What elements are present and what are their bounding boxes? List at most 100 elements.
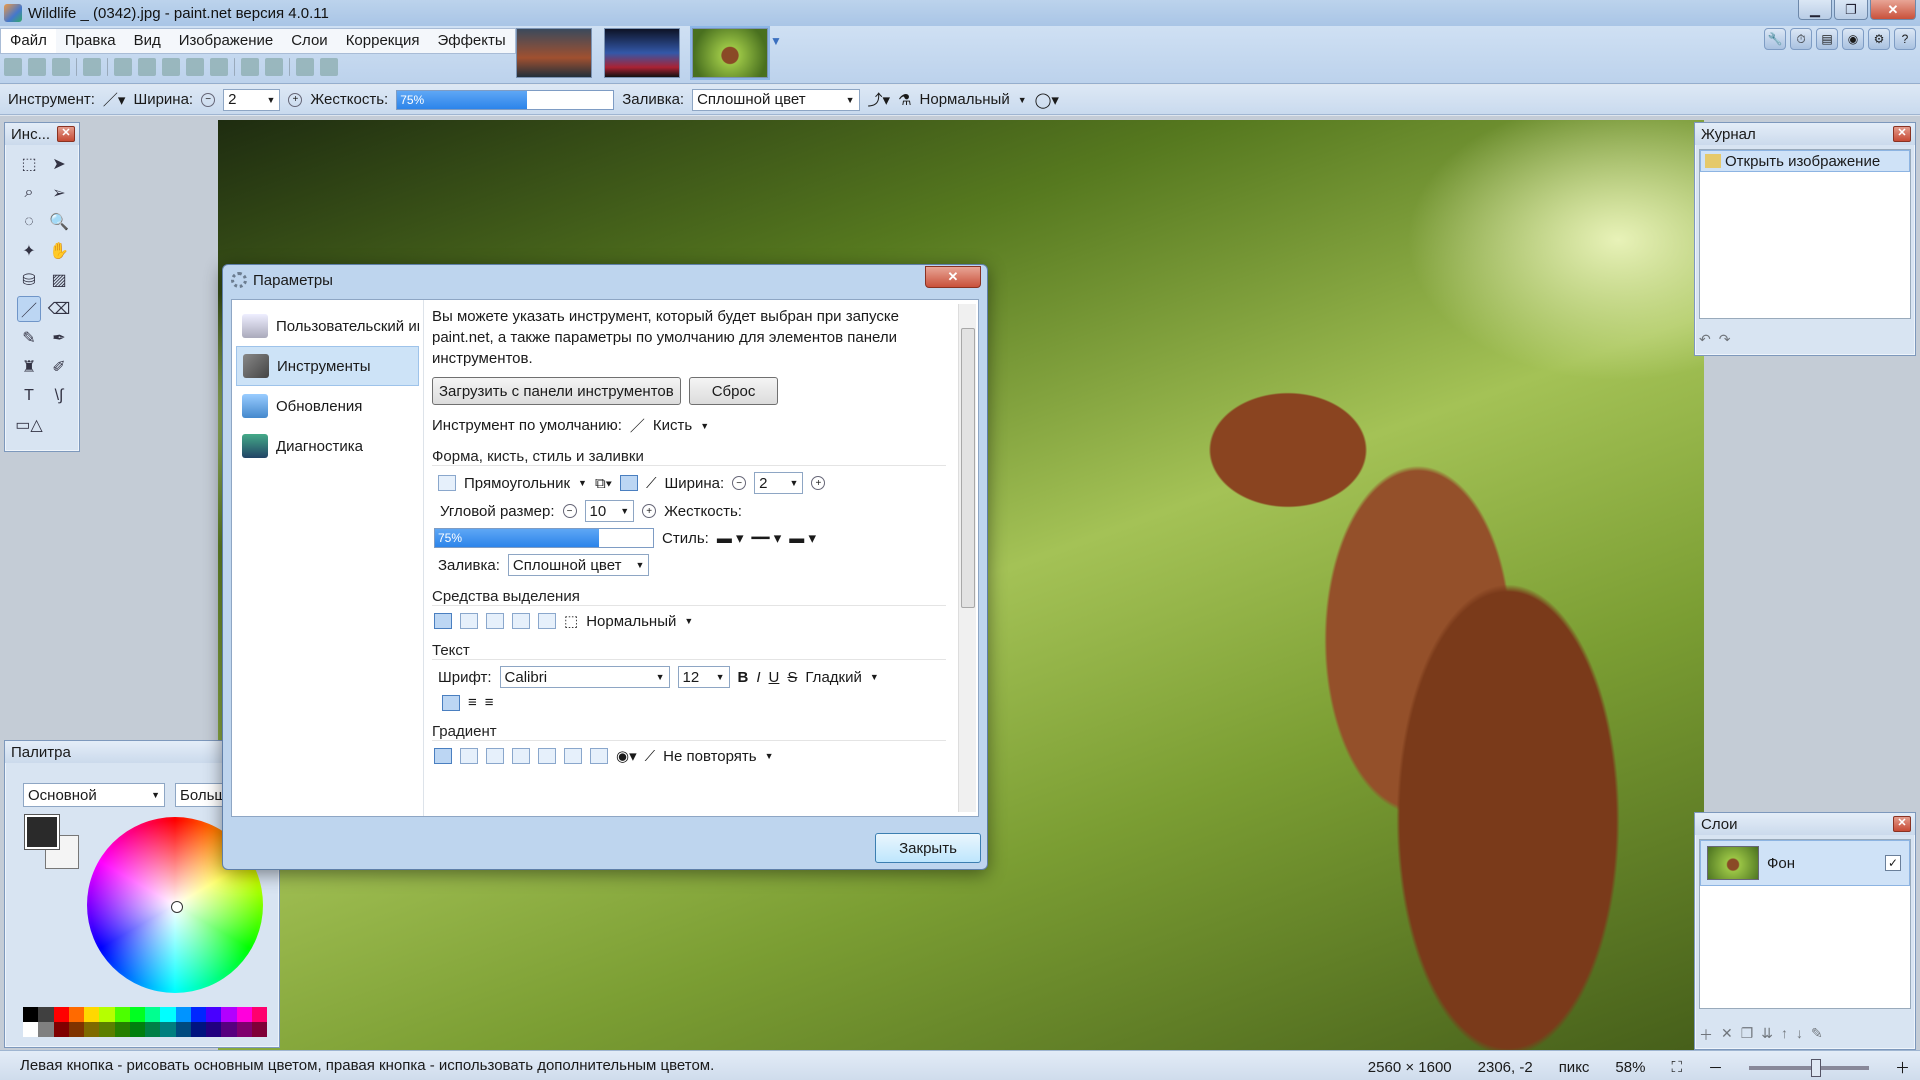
rect-select-icon[interactable]: ⬚ [17, 151, 41, 177]
swatch[interactable] [129, 1007, 145, 1022]
swatch[interactable] [221, 1007, 237, 1022]
increase-icon[interactable]: + [811, 476, 826, 490]
menu-effects[interactable]: Эффекты [428, 29, 514, 53]
maximize-button[interactable]: ❐ [1834, 0, 1868, 20]
nav-updates[interactable]: Обновления [236, 386, 419, 426]
swatch[interactable] [160, 1022, 176, 1037]
draw-mode-icon[interactable]: ⧉▾ [595, 475, 612, 492]
menu-file[interactable]: Файл [1, 29, 56, 53]
move-selection-icon[interactable]: ➢ [47, 180, 71, 206]
zoom-fit-icon[interactable]: ⛶ [1671, 1059, 1682, 1076]
swatch[interactable] [160, 1007, 176, 1022]
scrollbar-thumb[interactable] [961, 328, 975, 608]
swatch[interactable] [145, 1007, 161, 1022]
blend-mode-value[interactable]: Нормальный [920, 91, 1010, 108]
chevron-down-icon[interactable]: ▼ [684, 616, 693, 626]
swatch[interactable] [68, 1022, 84, 1037]
colors-window-icon[interactable]: ◉ [1842, 28, 1864, 50]
line-curve-icon[interactable]: \∫ [47, 383, 71, 409]
nav-ui[interactable]: Пользовательский интерфейс [236, 306, 419, 346]
swatch[interactable] [145, 1022, 161, 1037]
selection-exclude-icon[interactable] [486, 613, 504, 629]
underline-button[interactable]: U [769, 669, 780, 686]
increase-icon[interactable]: + [642, 504, 657, 518]
brush-tool-icon[interactable]: ／▾ [103, 89, 126, 110]
recolor-icon[interactable]: ✐ [47, 354, 71, 380]
chevron-down-icon[interactable]: ▼ [578, 478, 587, 488]
decrease-icon[interactable]: − [201, 92, 216, 107]
deselect-icon[interactable] [210, 58, 228, 76]
menu-view[interactable]: Вид [125, 29, 170, 53]
swatch[interactable] [129, 1022, 145, 1037]
zoom-icon[interactable]: 🔍 [47, 209, 71, 235]
swatch[interactable] [23, 1007, 39, 1022]
swatch[interactable] [175, 1022, 191, 1037]
text-icon[interactable]: T [17, 383, 41, 409]
redo-icon[interactable] [265, 58, 283, 76]
zoom-value[interactable]: 58% [1615, 1059, 1645, 1076]
image-list-dropdown-icon[interactable]: ▼ [770, 34, 782, 48]
chevron-down-icon[interactable]: ▼ [1018, 95, 1027, 105]
swatch[interactable] [236, 1022, 252, 1037]
bold-button[interactable]: B [738, 669, 749, 686]
shape-value[interactable]: Прямоугольник [464, 475, 570, 492]
gradient-spiral-cw-icon[interactable] [564, 748, 582, 764]
chevron-down-icon[interactable]: ▼ [870, 672, 879, 682]
hardness-slider[interactable]: 75% [396, 89, 615, 110]
grid-icon[interactable] [296, 58, 314, 76]
add-layer-icon[interactable]: ＋ [1699, 1025, 1713, 1045]
open-icon[interactable] [28, 58, 46, 76]
move-down-icon[interactable]: ↓ [1796, 1025, 1803, 1045]
gradient-conical-icon[interactable] [538, 748, 556, 764]
swatch[interactable] [221, 1022, 237, 1037]
swatch[interactable] [190, 1007, 206, 1022]
layer-row[interactable]: Фон ✓ [1700, 840, 1910, 886]
dialog-close-icon[interactable]: ✕ [925, 266, 981, 288]
close-icon[interactable]: ✕ [1893, 126, 1911, 142]
undo-icon[interactable] [241, 58, 259, 76]
dialog-scrollbar[interactable] [958, 304, 976, 812]
swatch[interactable] [84, 1022, 100, 1037]
swatch[interactable] [206, 1007, 222, 1022]
delete-layer-icon[interactable]: ✕ [1721, 1025, 1733, 1045]
magic-wand-icon[interactable]: ✦ [17, 238, 41, 264]
image-tab-thumbnail-active[interactable] [690, 26, 770, 80]
swatch[interactable] [251, 1007, 267, 1022]
help-icon[interactable]: ? [1894, 28, 1916, 50]
width-combo[interactable]: 2 ▼ [754, 472, 804, 494]
close-button[interactable]: ✕ [1870, 0, 1916, 20]
increase-icon[interactable]: + [288, 92, 303, 107]
save-icon[interactable] [52, 58, 70, 76]
selection-replace-icon[interactable] [434, 613, 452, 629]
swatch[interactable] [68, 1007, 84, 1022]
layers-window-icon[interactable]: ▤ [1816, 28, 1838, 50]
gradient-radial-icon[interactable] [512, 748, 530, 764]
chevron-down-icon[interactable]: ▼ [700, 421, 709, 431]
palette-swatches[interactable] [23, 1007, 267, 1037]
align-center-icon[interactable]: ≡ [468, 694, 477, 711]
decrease-icon[interactable]: − [562, 504, 577, 518]
pan-icon[interactable]: ✋ [47, 238, 71, 264]
decrease-icon[interactable]: − [732, 476, 747, 490]
end-cap-icon[interactable]: ▬ ▾ [789, 529, 816, 547]
history-window-icon[interactable]: ⏱ [1790, 28, 1812, 50]
primary-color-swatch[interactable] [24, 814, 60, 850]
zoom-in-icon[interactable]: ＋ [1895, 1057, 1910, 1078]
ruler-icon[interactable] [320, 58, 338, 76]
start-cap-icon[interactable]: ━━ ▾ [752, 529, 782, 547]
swatch[interactable] [38, 1022, 54, 1037]
paintbrush-icon[interactable]: ／ [17, 296, 41, 322]
gradient-icon[interactable]: ▨ [47, 267, 71, 293]
move-selected-icon[interactable]: ➤ [47, 151, 71, 177]
width-combo[interactable]: 2 ▼ [223, 88, 281, 111]
menu-edit[interactable]: Правка [56, 29, 125, 53]
image-tab-thumbnail[interactable] [604, 28, 680, 78]
lasso-icon[interactable]: ⌕ [17, 180, 41, 206]
selection-intersect-icon[interactable] [512, 613, 530, 629]
nav-tools[interactable]: Инструменты [236, 346, 419, 386]
close-icon[interactable]: ✕ [1893, 816, 1911, 832]
default-tool-value[interactable]: Кисть [653, 417, 692, 434]
font-size-combo[interactable]: 12 ▼ [677, 666, 730, 688]
load-from-toolbar-button[interactable]: Загрузить с панели инструментов [432, 377, 681, 405]
bucket-icon[interactable]: ⛁ [17, 267, 41, 293]
